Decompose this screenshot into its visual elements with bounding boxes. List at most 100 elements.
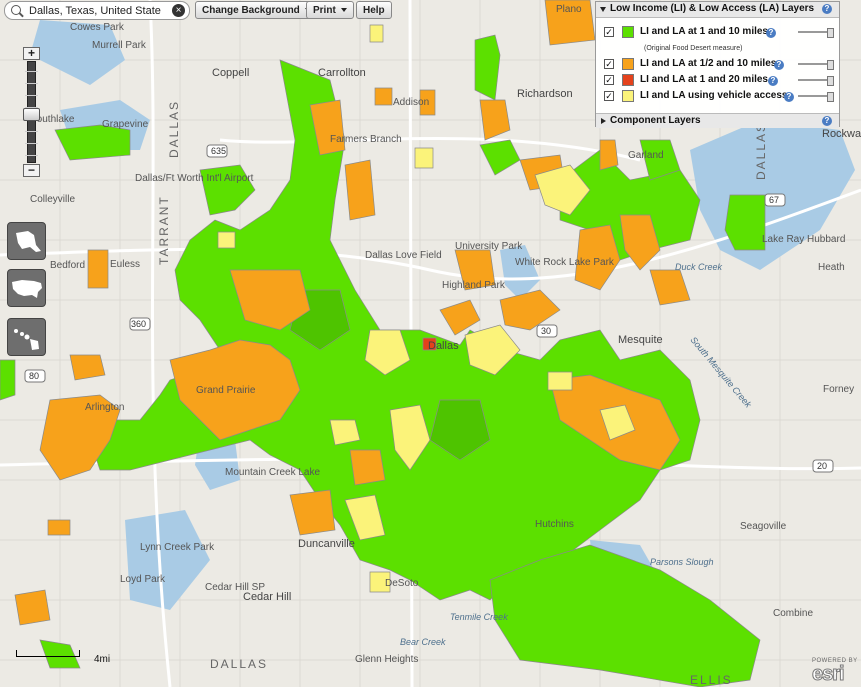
svg-text:Lake Ray Hubbard: Lake Ray Hubbard [762, 234, 845, 245]
svg-text:Seagoville: Seagoville [740, 521, 787, 532]
svg-text:DALLAS: DALLAS [210, 657, 268, 671]
legend-row-li-la-1-10[interactable]: ✓ LI and LA at 1 and 10 miles ? [604, 26, 839, 40]
help-icon[interactable]: ? [766, 28, 776, 38]
tract-yellow [547, 371, 573, 391]
svg-text:Richardson: Richardson [517, 88, 573, 100]
legend-label: LI and LA at 1 and 10 miles [640, 26, 768, 37]
legend-label: LI and LA at 1/2 and 10 miles [640, 58, 777, 69]
svg-text:Cowes Park: Cowes Park [70, 22, 125, 33]
hawaii-icon [14, 329, 39, 350]
print-label: Print [313, 5, 336, 16]
help-icon[interactable]: ? [822, 116, 832, 126]
component-layers-title: Component Layers [610, 115, 701, 126]
zoom-slider[interactable]: + − [23, 47, 40, 178]
scale-bar-line [16, 650, 80, 657]
zoom-tick [25, 155, 38, 156]
change-background-button[interactable]: Change Background [195, 1, 318, 19]
svg-text:Bear Creek: Bear Creek [400, 637, 446, 647]
zoom-tick [25, 95, 38, 96]
search-input[interactable] [29, 3, 167, 18]
svg-text:Dallas/Ft Worth Int'l Airport: Dallas/Ft Worth Int'l Airport [135, 173, 254, 184]
opacity-slider[interactable] [798, 76, 834, 86]
legend-note: (Original Food Desert measure) [644, 45, 743, 52]
svg-text:Bedford: Bedford [50, 260, 85, 271]
layer-checkbox[interactable]: ✓ [604, 91, 614, 101]
layer-checkbox[interactable]: ✓ [604, 27, 614, 37]
svg-text:Arlington: Arlington [85, 402, 124, 413]
svg-text:Duck Creek: Duck Creek [675, 262, 723, 272]
zoom-tick [25, 143, 38, 144]
tract-green [474, 34, 501, 101]
svg-text:TARRANT: TARRANT [157, 195, 171, 265]
legend-swatch-green [622, 26, 634, 38]
legend-title: Low Income (LI) & Low Access (LA) Layers [610, 3, 815, 14]
tract-orange [374, 87, 393, 106]
search-icon [11, 5, 21, 15]
expand-icon [601, 118, 606, 124]
svg-text:Grapevine: Grapevine [102, 119, 149, 130]
zoom-in-button[interactable]: + [23, 47, 40, 60]
svg-text:30: 30 [541, 326, 551, 336]
svg-text:DeSoto: DeSoto [385, 578, 419, 589]
svg-text:Combine: Combine [773, 608, 813, 619]
hawaii-view-button[interactable] [7, 318, 46, 356]
legend-row-li-la-vehicle[interactable]: ✓ LI and LA using vehicle access ? [604, 90, 839, 104]
svg-text:DALLAS: DALLAS [167, 100, 181, 158]
tract-green [0, 359, 16, 401]
svg-text:Lynn Creek Park: Lynn Creek Park [140, 542, 215, 553]
help-label: Help [363, 5, 385, 16]
svg-text:Forney: Forney [823, 384, 854, 395]
svg-text:Colleyville: Colleyville [30, 194, 75, 205]
zoom-tick [25, 71, 38, 72]
svg-text:Tenmile Creek: Tenmile Creek [450, 612, 508, 622]
alaska-view-button[interactable] [7, 222, 46, 260]
opacity-slider[interactable] [798, 92, 834, 102]
zoom-thumb[interactable] [23, 108, 40, 121]
svg-text:20: 20 [817, 461, 827, 471]
svg-text:ELLIS: ELLIS [690, 673, 733, 687]
svg-text:DALLAS: DALLAS [754, 122, 768, 180]
esri-logo[interactable]: POWERED BY esri [812, 658, 858, 686]
svg-text:Hutchins: Hutchins [535, 519, 574, 530]
help-icon[interactable]: ? [784, 92, 794, 102]
svg-text:University Park: University Park [455, 241, 523, 252]
svg-text:Grand Prairie: Grand Prairie [196, 385, 256, 396]
layer-checkbox[interactable]: ✓ [604, 59, 614, 69]
legend-row-li-la-1-20[interactable]: ✓ LI and LA at 1 and 20 miles ? [604, 74, 839, 88]
clear-search-icon[interactable]: × [172, 4, 185, 17]
tract-yellow [217, 231, 236, 249]
search-box[interactable]: × [4, 1, 190, 20]
scale-label: 4mi [94, 654, 111, 665]
us-view-button[interactable] [7, 269, 46, 307]
tract-orange [349, 449, 386, 486]
print-button[interactable]: Print [306, 1, 354, 19]
legend-label: LI and LA using vehicle access [640, 90, 788, 101]
svg-text:Heath: Heath [818, 262, 845, 273]
zoom-out-button[interactable]: − [23, 164, 40, 177]
esri-wordmark: esri [812, 663, 846, 686]
svg-text:Loyd Park: Loyd Park [120, 574, 166, 585]
legend-header[interactable]: Low Income (LI) & Low Access (LA) Layers… [596, 2, 839, 18]
tract-yellow [329, 419, 361, 446]
svg-text:Mesquite: Mesquite [618, 334, 663, 346]
opacity-slider[interactable] [798, 60, 834, 70]
svg-text:Cedar Hill SP: Cedar Hill SP [205, 582, 265, 593]
legend-row-li-la-half-10[interactable]: ✓ LI and LA at 1/2 and 10 miles ? [604, 58, 839, 72]
svg-text:Addison: Addison [393, 97, 429, 108]
scale-bar: 4mi [16, 650, 112, 665]
help-icon[interactable]: ? [774, 60, 784, 70]
help-icon[interactable]: ? [822, 4, 832, 14]
svg-text:Rockwall: Rockwall [822, 128, 861, 140]
svg-text:Murrell Park: Murrell Park [92, 40, 147, 51]
svg-text:Highland Park: Highland Park [442, 280, 506, 291]
opacity-slider[interactable] [798, 28, 834, 38]
zoom-tick [25, 83, 38, 84]
svg-text:Farmers Branch: Farmers Branch [330, 134, 402, 145]
legend-swatch-red [622, 74, 634, 86]
legend-panel[interactable]: Low Income (LI) & Low Access (LA) Layers… [595, 1, 840, 128]
component-layers-header[interactable]: Component Layers ? [596, 113, 839, 128]
help-button[interactable]: Help [356, 1, 392, 19]
help-icon[interactable]: ? [768, 76, 778, 86]
svg-text:Dallas: Dallas [428, 340, 459, 352]
layer-checkbox[interactable]: ✓ [604, 75, 614, 85]
